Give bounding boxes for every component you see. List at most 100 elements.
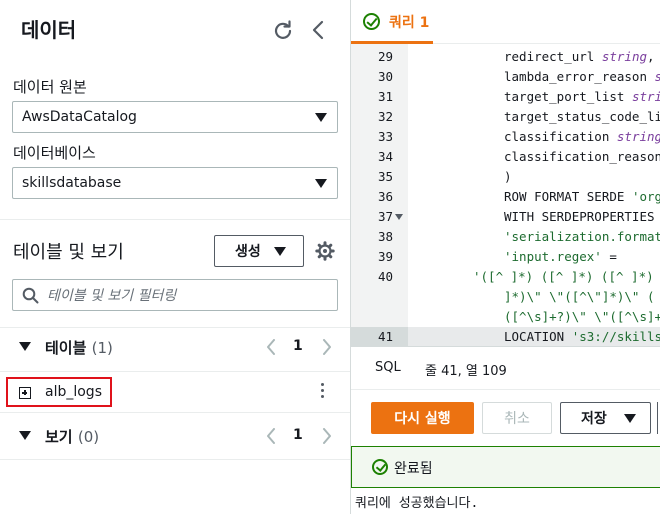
result-status-box: 완료됨 [351, 446, 660, 488]
code-line[interactable]: 29 redirect_url string, [351, 47, 660, 67]
line-number: 36 [377, 189, 393, 204]
data-panel-header: 데이터 [0, 0, 350, 57]
line-number: 39 [377, 249, 393, 264]
tables-count: (1) [91, 339, 113, 357]
code-line[interactable]: 32 target_status_code_li [351, 107, 660, 127]
code-text: ) [504, 169, 512, 184]
divider [0, 459, 350, 460]
status-cursor-position: 줄 41, 열 109 [425, 364, 507, 379]
code-line[interactable]: 31 target_port_list stri [351, 87, 660, 107]
code-text: 'serialization.format [504, 229, 660, 244]
check-circle-icon [372, 459, 388, 475]
line-number: 30 [377, 69, 393, 84]
create-button[interactable]: 생성 [214, 235, 304, 267]
code-text: ROW FORMAT SERDE 'org [504, 189, 660, 204]
result-message: 쿼리에 성공했습니다. [355, 496, 479, 511]
chevron-right-icon[interactable] [322, 428, 332, 444]
expand-icon[interactable] [19, 387, 31, 399]
table-filter-input[interactable] [12, 279, 338, 311]
code-text: target_port_list stri [504, 89, 660, 104]
save-button[interactable]: 저장 [560, 402, 651, 434]
run-again-button[interactable]: 다시 실행 [371, 402, 474, 434]
code-text: classification_reason [504, 149, 660, 164]
tables-section-header[interactable]: 테이블 (1) 1 [0, 332, 350, 362]
code-text: classification string [504, 129, 660, 144]
query-panel: 쿼리 1 29 redirect_url string, 30 lambda_erro… [351, 0, 660, 514]
save-button-label: 저장 [581, 411, 607, 427]
line-number: 29 [377, 49, 393, 64]
code-line[interactable]: 34 classification_reason [351, 147, 660, 167]
code-text: ]*)\" \"([^\"]*)\" ( [504, 289, 655, 304]
caret-down-icon [274, 247, 286, 256]
caret-down-icon [315, 179, 327, 188]
sql-editor[interactable]: 29 redirect_url string, 30 lambda_error_rea… [351, 44, 660, 346]
tables-page-number: 1 [293, 338, 303, 354]
code-line[interactable]: 39 'input.regex' = [351, 247, 660, 267]
line-number: 32 [377, 109, 393, 124]
chevron-left-icon[interactable] [266, 339, 276, 355]
views-section-title: 보기 (0) [45, 426, 99, 447]
table-item-alb-logs[interactable]: alb_logs [6, 377, 112, 407]
code-text: 'input.regex' = [504, 249, 617, 264]
views-page-number: 1 [293, 427, 303, 443]
tables-section-title: 테이블 (1) [45, 337, 113, 358]
code-text: redirect_url string, [504, 49, 655, 64]
line-number: 40 [377, 269, 393, 284]
data-source-value: AwsDataCatalog [22, 109, 137, 125]
caret-down-icon[interactable] [19, 342, 31, 351]
database-select[interactable]: skillsdatabase [12, 167, 338, 199]
line-number: 33 [377, 129, 393, 144]
code-line[interactable]: 35) [351, 167, 660, 187]
fold-icon[interactable] [395, 214, 403, 220]
database-label: 데이터베이스 [13, 144, 96, 162]
data-source-select[interactable]: AwsDataCatalog [12, 101, 338, 133]
table-filter-field[interactable] [47, 286, 327, 306]
divider [0, 327, 350, 328]
more-options-icon[interactable] [321, 383, 325, 401]
tab-query-1[interactable]: 쿼리 1 [351, 0, 433, 44]
code-line[interactable]: 38 'serialization.format [351, 227, 660, 247]
cancel-button[interactable]: 취소 [482, 402, 552, 434]
caret-down-icon[interactable] [19, 431, 31, 440]
status-language: SQL [375, 360, 401, 375]
code-line[interactable]: 37 WITH SERDEPROPERTIES [351, 207, 660, 227]
line-number: 31 [377, 89, 393, 104]
refresh-icon[interactable] [272, 19, 294, 41]
code-line[interactable]: ]*)\" \"([^\"]*)\" ( [351, 287, 660, 307]
code-line[interactable]: 33 classification string [351, 127, 660, 147]
views-section-header[interactable]: 보기 (0) 1 [0, 421, 350, 451]
views-section-label: 보기 [45, 428, 73, 446]
code-text: lambda_error_reason s [504, 69, 660, 84]
line-number: 37 [377, 209, 393, 224]
code-text: LOCATION 's3://skills [504, 329, 660, 344]
divider [0, 219, 350, 220]
code-line[interactable]: 36 ROW FORMAT SERDE 'org [351, 187, 660, 207]
code-text: WITH SERDEPROPERTIES [504, 209, 655, 224]
line-number: 41 [377, 329, 393, 344]
code-line[interactable]: ([^\s]+?)\" \"([^\s]+ [351, 307, 660, 327]
query-tab-bar: 쿼리 1 [351, 0, 660, 44]
chevron-right-icon[interactable] [322, 339, 332, 355]
chevron-left-icon[interactable] [308, 19, 328, 41]
views-count: (0) [77, 428, 100, 446]
tables-views-title: 테이블 및 보기 [13, 242, 124, 263]
gear-icon[interactable] [314, 240, 336, 262]
data-panel: 데이터 데이터 원본 AwsDataCatalog 데이터베이스 skillsd… [0, 0, 350, 514]
chevron-left-icon[interactable] [266, 428, 276, 444]
database-value: skillsdatabase [22, 175, 122, 191]
divider [0, 412, 350, 413]
caret-down-icon [315, 113, 327, 122]
create-button-label: 생성 [235, 244, 261, 260]
editor-status-bar: SQL 줄 41, 열 109 [351, 346, 660, 390]
code-line[interactable]: 40 '([^ ]*) ([^ ]*) ([^ ]*) [351, 267, 660, 287]
code-line[interactable]: 41 LOCATION 's3://skills [351, 327, 660, 346]
tab-label: 쿼리 1 [389, 15, 430, 31]
caret-down-icon [624, 414, 636, 423]
table-name[interactable]: alb_logs [45, 384, 102, 400]
result-status: 완료됨 [394, 461, 433, 477]
code-line[interactable]: 30 lambda_error_reason s [351, 67, 660, 87]
divider [0, 371, 350, 372]
data-panel-title: 데이터 [21, 18, 77, 42]
tables-section-label: 테이블 [45, 339, 87, 357]
line-number: 34 [377, 149, 393, 164]
